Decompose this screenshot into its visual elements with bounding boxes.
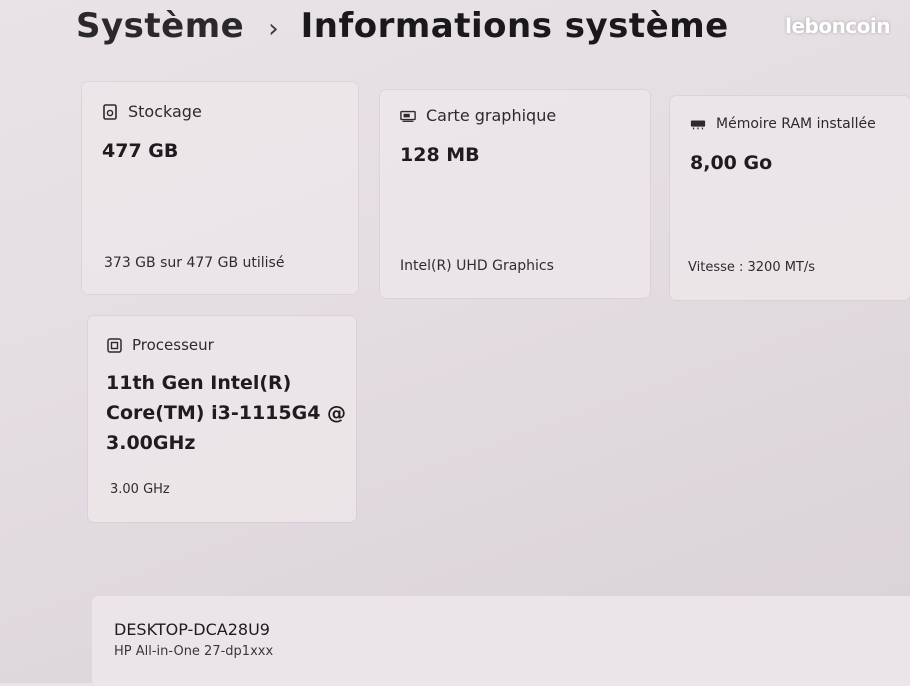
storage-card-title: Stockage: [128, 102, 202, 121]
gpu-value: 128 MB: [400, 144, 480, 166]
watermark-logo: leboncoin: [785, 14, 890, 38]
device-model: HP All-in-One 27-dp1xxx: [114, 644, 274, 659]
cpu-frequency: 3.00 GHz: [110, 482, 170, 497]
gpu-name: Intel(R) UHD Graphics: [400, 258, 554, 274]
ram-card-header: Mémoire RAM installée: [690, 116, 876, 132]
breadcrumb-parent-link[interactable]: Système: [76, 6, 244, 46]
breadcrumb: Système › Informations système: [76, 6, 729, 46]
cpu-model: 11th Gen Intel(R) Core(TM) i3-1115G4 @ 3…: [106, 368, 346, 458]
storage-usage: 373 GB sur 477 GB utilisé: [104, 255, 285, 271]
page-title: Informations système: [300, 6, 729, 46]
display-adapter-icon: [400, 109, 416, 123]
storage-icon: [102, 103, 118, 120]
storage-value: 477 GB: [102, 140, 179, 162]
cpu-card-header: Processeur: [106, 336, 214, 354]
ram-card: Mémoire RAM installée 8,00 Go Vitesse : …: [670, 96, 910, 300]
cpu-model-line: 3.00GHz: [106, 432, 196, 454]
storage-card-header: Stockage: [102, 102, 202, 121]
breadcrumb-separator-icon: ›: [268, 14, 279, 44]
cpu-model-line: Core(TM) i3-1115G4 @: [106, 402, 347, 424]
memory-icon: [690, 117, 706, 131]
cpu-model-line: 11th Gen Intel(R): [106, 372, 292, 394]
cpu-card: Processeur 11th Gen Intel(R) Core(TM) i3…: [88, 316, 356, 522]
processor-icon: [106, 337, 122, 353]
gpu-card-header: Carte graphique: [400, 106, 556, 125]
ram-value: 8,00 Go: [690, 152, 773, 174]
device-info-card[interactable]: DESKTOP-DCA28U9 HP All-in-One 27-dp1xxx: [92, 596, 910, 686]
cpu-card-title: Processeur: [132, 336, 214, 354]
ram-speed: Vitesse : 3200 MT/s: [688, 260, 816, 275]
gpu-card: Carte graphique 128 MB Intel(R) UHD Grap…: [380, 90, 650, 298]
device-name: DESKTOP-DCA28U9: [114, 620, 270, 639]
storage-card: Stockage 477 GB 373 GB sur 477 GB utilis…: [82, 82, 358, 294]
gpu-card-title: Carte graphique: [426, 106, 557, 125]
ram-card-title: Mémoire RAM installée: [716, 116, 876, 132]
